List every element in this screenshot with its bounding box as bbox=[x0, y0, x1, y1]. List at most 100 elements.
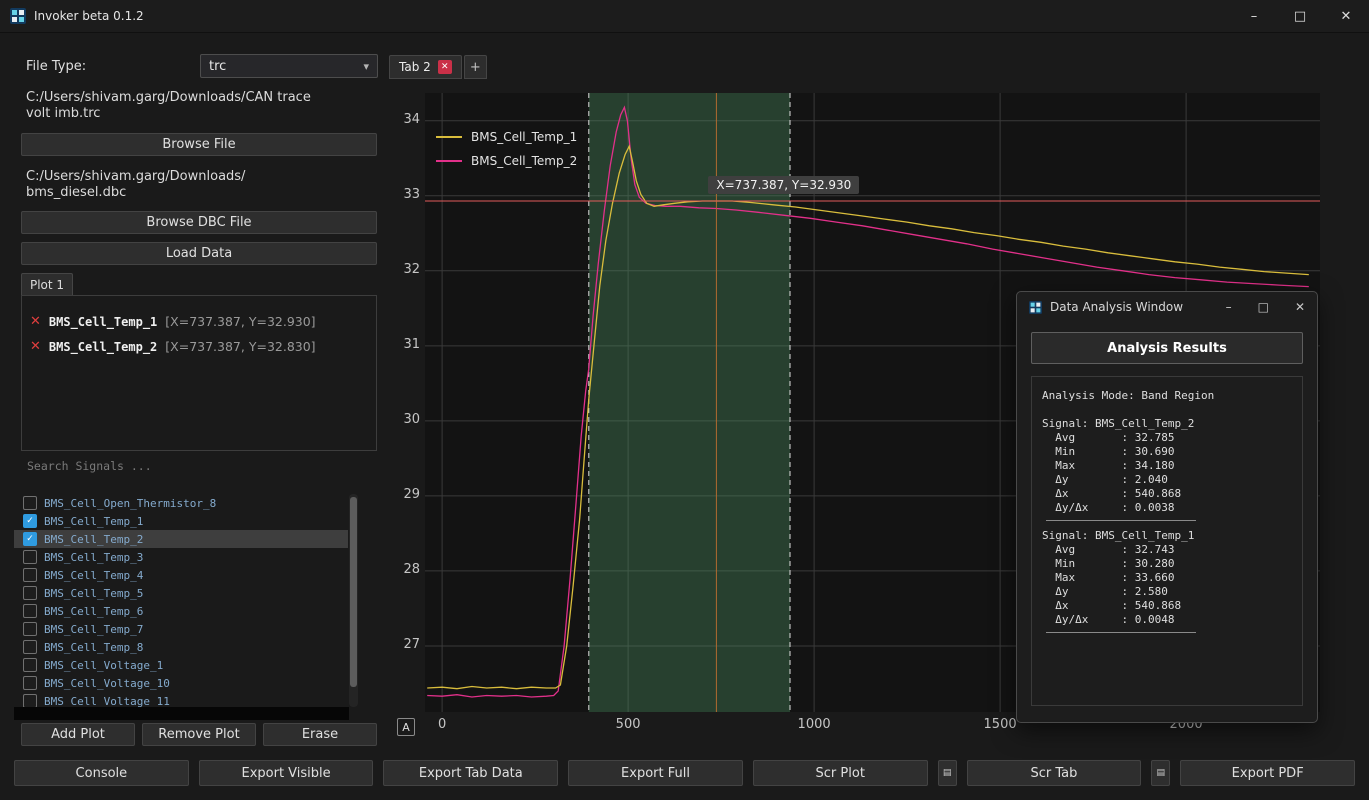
signal-label: BMS_Cell_Temp_2 bbox=[44, 532, 144, 546]
analysis-text-line: Signal: BMS_Cell_Temp_2 bbox=[1042, 417, 1195, 430]
minimize-button[interactable]: – bbox=[1231, 0, 1277, 32]
analysis-text-line bbox=[1042, 403, 1292, 417]
analysis-text-line: Δy : 2.040 bbox=[1042, 473, 1168, 486]
signal-list-item[interactable]: BMS_Cell_Temp_8 bbox=[14, 638, 348, 656]
signal-checkbox[interactable]: ✓ bbox=[23, 532, 37, 546]
analysis-text-line: Min : 30.690 bbox=[1042, 445, 1175, 458]
window-title: Invoker beta 0.1.2 bbox=[34, 9, 144, 23]
plot-legend-label: BMS_Cell_Temp_2 bbox=[471, 154, 578, 168]
signal-label: BMS_Cell_Temp_1 bbox=[44, 514, 144, 528]
close-button[interactable]: ✕ bbox=[1323, 0, 1369, 32]
signal-checkbox[interactable] bbox=[23, 496, 37, 510]
analysis-window-icon bbox=[1029, 300, 1042, 314]
analysis-text-line: Δx : 540.868 bbox=[1042, 599, 1182, 612]
console-button[interactable]: Console bbox=[14, 760, 189, 786]
signal-checkbox[interactable] bbox=[23, 622, 37, 636]
dbc-file-path: C:/Users/shivam.garg/Downloads/ bms_dies… bbox=[26, 169, 246, 200]
tab-2[interactable]: Tab 2 ✕ bbox=[389, 55, 462, 79]
x-tick-label: 0 bbox=[437, 717, 447, 732]
analysis-maximize-button[interactable]: □ bbox=[1258, 300, 1269, 314]
signal-list-item[interactable]: BMS_Cell_Temp_5 bbox=[14, 584, 348, 602]
plot-legend[interactable]: BMS_Cell_Temp_1 BMS_Cell_Temp_2 bbox=[436, 130, 577, 168]
signal-list-item[interactable]: BMS_Cell_Temp_7 bbox=[14, 620, 348, 638]
export-visible-button[interactable]: Export Visible bbox=[198, 760, 374, 786]
signal-list-item[interactable]: BMS_Cell_Temp_6 bbox=[14, 602, 348, 620]
legend-line-sample bbox=[436, 160, 462, 162]
x-tick-label: 1500 bbox=[983, 717, 1017, 732]
signal-checkbox[interactable] bbox=[23, 676, 37, 690]
signal-list-item[interactable]: BMS_Cell_Voltage_11 bbox=[14, 692, 348, 707]
plot-actions-row: Add Plot Remove Plot Erase bbox=[21, 723, 377, 746]
tab-plot-1[interactable]: Plot 1 bbox=[21, 273, 73, 296]
analysis-text-line: Δy/Δx : 0.0048 bbox=[1042, 613, 1175, 626]
signal-label: BMS_Cell_Temp_6 bbox=[44, 604, 144, 618]
search-signals-input[interactable] bbox=[21, 453, 373, 479]
scr-plot-button[interactable]: Scr Plot bbox=[752, 760, 928, 786]
scr-tab-options-icon: ▤ bbox=[1156, 768, 1166, 778]
signal-label: BMS_Cell_Temp_8 bbox=[44, 640, 144, 654]
load-data-button[interactable]: Load Data bbox=[21, 242, 377, 265]
analysis-separator bbox=[1046, 520, 1196, 521]
signal-list-item[interactable]: BMS_Cell_Voltage_10 bbox=[14, 674, 348, 692]
list-vertical-scrollbar[interactable] bbox=[349, 494, 358, 707]
remove-signal-icon[interactable]: ✕ bbox=[30, 339, 41, 354]
erase-button[interactable]: Erase bbox=[263, 723, 377, 746]
x-tick-label: 500 bbox=[615, 717, 641, 732]
add-plot-button[interactable]: Add Plot bbox=[21, 723, 135, 746]
analysis-close-button[interactable]: ✕ bbox=[1295, 300, 1305, 314]
tab-2-label: Tab 2 bbox=[399, 60, 431, 74]
export-pdf-button[interactable]: Export PDF bbox=[1180, 760, 1356, 786]
signal-checkbox[interactable]: ✓ bbox=[23, 514, 37, 528]
analysis-window-titlebar[interactable]: Data Analysis Window – □ ✕ bbox=[1017, 292, 1317, 322]
y-tick-label: 33 bbox=[403, 186, 420, 202]
signal-list-item[interactable]: BMS_Cell_Voltage_1 bbox=[14, 656, 348, 674]
signal-list-item[interactable]: BMS_Cell_Temp_3 bbox=[14, 548, 348, 566]
export-tab-data-button[interactable]: Export Tab Data bbox=[383, 760, 559, 786]
browse-file-button[interactable]: Browse File bbox=[21, 133, 377, 156]
app-icon bbox=[10, 8, 26, 24]
plot-legend-item: BMS_Cell_Temp_2 bbox=[436, 154, 577, 168]
analysis-text-line: Δx : 540.868 bbox=[1042, 487, 1182, 500]
remove-signal-icon[interactable]: ✕ bbox=[30, 314, 41, 329]
signal-checkbox[interactable] bbox=[23, 640, 37, 654]
signal-list-item[interactable]: ✓ BMS_Cell_Temp_1 bbox=[14, 512, 348, 530]
signal-checkbox[interactable] bbox=[23, 568, 37, 582]
scr-plot-options-button[interactable]: ▤ bbox=[937, 760, 957, 786]
x-tick-label: 1000 bbox=[797, 717, 831, 732]
signal-label: BMS_Cell_Voltage_11 bbox=[44, 694, 170, 708]
scr-tab-options-button[interactable]: ▤ bbox=[1151, 760, 1171, 786]
legend-item: ✕ BMS_Cell_Temp_1 [X=737.387, Y=32.930] bbox=[22, 309, 376, 334]
signal-list-item[interactable]: BMS_Cell_Temp_4 bbox=[14, 566, 348, 584]
browse-dbc-button[interactable]: Browse DBC File bbox=[21, 211, 377, 234]
new-tab-button[interactable]: + bbox=[463, 55, 487, 79]
signal-checkbox[interactable] bbox=[23, 694, 37, 707]
y-tick-label: 30 bbox=[403, 411, 420, 427]
autoscale-button[interactable]: A bbox=[397, 718, 415, 736]
scr-tab-button[interactable]: Scr Tab bbox=[966, 760, 1142, 786]
remove-plot-button[interactable]: Remove Plot bbox=[142, 723, 256, 746]
y-tick-label: 31 bbox=[403, 336, 420, 352]
file-type-label: File Type: bbox=[26, 58, 87, 74]
signal-checkbox[interactable] bbox=[23, 604, 37, 618]
signal-list-item[interactable]: BMS_Cell_Open_Thermistor_8 bbox=[14, 494, 348, 512]
signal-list-item[interactable]: ✓ BMS_Cell_Temp_2 bbox=[14, 530, 348, 548]
legend-signal-name: BMS_Cell_Temp_1 bbox=[48, 314, 158, 329]
list-horizontal-scrollbar[interactable] bbox=[14, 707, 349, 720]
crosshair-tooltip: X=737.387, Y=32.930 bbox=[708, 176, 860, 195]
file-type-select[interactable]: trc ▾ bbox=[200, 54, 378, 78]
signal-checkbox[interactable] bbox=[23, 586, 37, 600]
export-full-button[interactable]: Export Full bbox=[568, 760, 743, 786]
analysis-minimize-button[interactable]: – bbox=[1226, 300, 1232, 314]
signal-checkbox[interactable] bbox=[23, 550, 37, 564]
maximize-button[interactable]: □ bbox=[1277, 0, 1323, 32]
app-window: Invoker beta 0.1.2 – □ ✕ File Type: trc … bbox=[0, 0, 1369, 800]
analysis-window-title: Data Analysis Window bbox=[1050, 300, 1184, 314]
file-type-value: trc bbox=[209, 58, 227, 74]
signal-checkbox[interactable] bbox=[23, 658, 37, 672]
legend-line-sample bbox=[436, 136, 462, 138]
data-analysis-window: Data Analysis Window – □ ✕ Analysis Resu… bbox=[1016, 291, 1318, 723]
y-tick-label: 34 bbox=[403, 111, 420, 127]
scrollbar-thumb[interactable] bbox=[350, 497, 357, 687]
tab-close-icon[interactable]: ✕ bbox=[437, 60, 452, 74]
analysis-separator bbox=[1046, 632, 1196, 633]
